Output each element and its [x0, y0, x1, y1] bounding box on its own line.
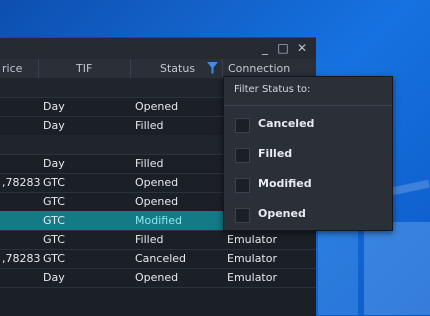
close-icon[interactable]: ✕: [295, 41, 309, 55]
column-header-status[interactable]: Status: [160, 62, 195, 75]
divider: [224, 105, 392, 106]
cell-tif: GTC: [43, 252, 65, 265]
cell-price: ,78283: [2, 252, 41, 265]
cell-tif: Day: [43, 271, 65, 284]
checkbox[interactable]: [235, 178, 250, 193]
status-filter-popup: Filter Status to: Canceled Filled Modifi…: [223, 76, 393, 231]
popup-title: Filter Status to:: [234, 84, 311, 95]
cell-status: Filled: [135, 233, 164, 246]
cell-tif: Day: [43, 157, 65, 170]
cell-tif: Day: [43, 100, 65, 113]
cell-connection: Emulator: [227, 252, 277, 265]
cell-status: Filled: [135, 119, 164, 132]
cell-tif: GTC: [43, 214, 65, 227]
filter-option-label: Opened: [258, 207, 306, 220]
table-row[interactable]: Day Opened Emulator: [0, 268, 316, 288]
checkbox[interactable]: [235, 118, 250, 133]
maximize-icon[interactable]: □: [276, 41, 290, 55]
cell-status: Opened: [135, 176, 179, 189]
filter-icon[interactable]: [207, 62, 218, 74]
cell-connection: Emulator: [227, 271, 277, 284]
title-bar: _ □ ✕: [0, 38, 316, 59]
column-header-tif[interactable]: TIF: [76, 62, 92, 75]
checkbox[interactable]: [235, 208, 250, 223]
cell-price: ,78283: [2, 176, 41, 189]
column-separator[interactable]: [130, 59, 131, 78]
cell-status: Canceled: [135, 252, 187, 265]
light-beam: [364, 222, 430, 315]
column-header-price[interactable]: rice: [2, 62, 22, 75]
cell-tif: GTC: [43, 176, 65, 189]
cell-tif: GTC: [43, 233, 65, 246]
cell-tif: GTC: [43, 195, 65, 208]
light-beam: [318, 230, 358, 315]
cell-connection: Emulator: [227, 233, 277, 246]
filter-option-label: Canceled: [258, 117, 315, 130]
table-row[interactable]: ,78283 GTC Canceled Emulator: [0, 249, 316, 269]
cell-tif: Day: [43, 119, 65, 132]
cell-status: Modified: [135, 214, 182, 227]
filter-option-label: Filled: [258, 147, 293, 160]
cell-status: Filled: [135, 157, 164, 170]
cell-status: Opened: [135, 271, 179, 284]
column-separator[interactable]: [38, 59, 39, 78]
table-row[interactable]: GTC Filled Emulator: [0, 230, 316, 250]
minimize-icon[interactable]: _: [258, 41, 272, 55]
cell-status: Opened: [135, 195, 179, 208]
filter-option-label: Modified: [258, 177, 312, 190]
cell-status: Opened: [135, 100, 179, 113]
checkbox[interactable]: [235, 148, 250, 163]
